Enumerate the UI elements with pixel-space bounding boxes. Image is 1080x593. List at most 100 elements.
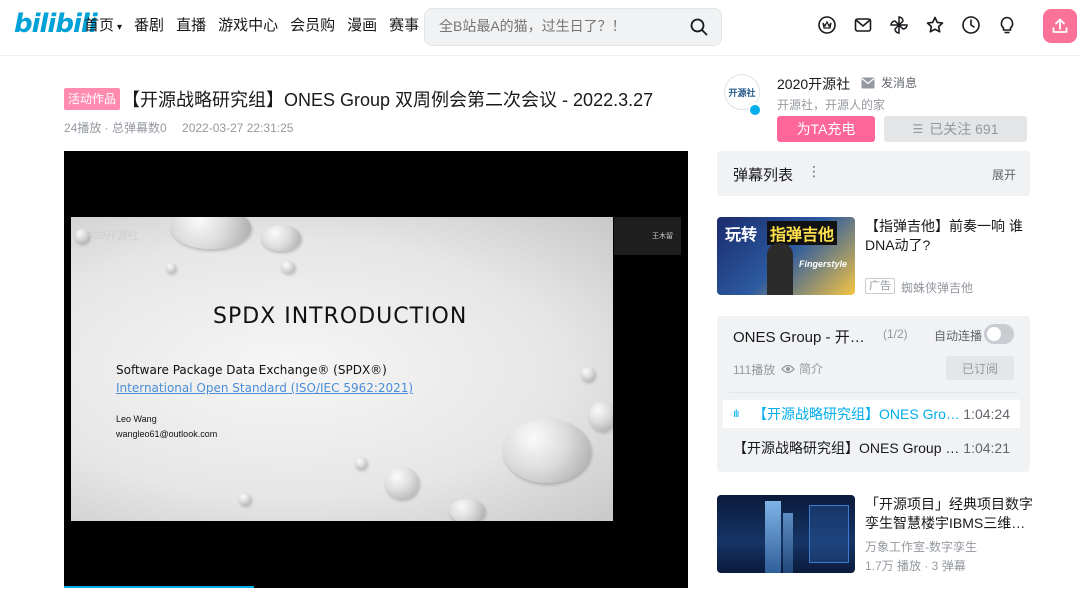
dashboard-panel-shape [809,505,849,563]
water-drop [385,467,419,499]
recommended-video-title[interactable]: 「开源项目」经典项目数字孪生智慧楼宇IBMS三维… [865,495,1033,533]
playlist-intro-label: 简介 [799,362,824,376]
video-title-row: 活动作品 【开源战略研究组】ONES Group 双周例会第二次会议 - 202… [64,86,653,112]
verified-badge-icon [748,103,762,117]
playlist-item-duration: 1:04:21 [963,440,1010,456]
search-input[interactable] [439,18,679,34]
slide-email: wangleo61@outlook.com [116,429,218,439]
toggle-knob [987,327,1001,341]
ad-thumbnail-text: 玩转 [725,227,758,244]
ad-title[interactable]: 【指弹吉他】前奏一响 谁DNA动了? [865,217,1030,255]
mail-icon [861,77,875,88]
header-icons [816,14,1018,36]
video-date: 2022-03-27 22:31:25 [182,121,294,135]
follow-label: 已关注 691 [929,121,999,137]
upload-icon [1052,18,1068,33]
ad-person-figure [767,243,793,295]
pinwheel-icon[interactable] [888,14,910,36]
slide-author: Leo Wang [116,414,157,424]
playlist-item-duration: 1:04:24 [963,406,1010,422]
nav-home-label: 首页 [84,17,115,34]
nav-vip-shop[interactable]: 会员购 [290,16,335,38]
menu-icon: ☰ [912,122,924,136]
ad-thumbnail-text: 指弹吉他 [767,221,838,245]
main-nav: 首页 ▾ 番剧 直播 游戏中心 会员购 漫画 赛事 [84,16,431,38]
water-drop [239,493,251,505]
water-drop [355,457,367,469]
nav-comics[interactable]: 漫画 [347,16,377,38]
water-drop [581,367,595,381]
video-meta: 24播放 · 总弹幕数0 2022-03-27 22:31:25 [64,119,305,136]
water-drop [166,263,176,273]
nav-live[interactable]: 直播 [176,16,206,38]
slide-watermark: 2020开源社 [81,230,139,242]
water-drop [261,225,301,251]
danmaku-list-panel: 弹幕列表 ⋮ 展开 [717,151,1030,196]
follow-button[interactable]: ☰ 已关注 691 [884,116,1027,142]
water-drop [589,401,613,431]
playlist-item-title: 【开源战略研究组】ONES Grou… [753,406,962,422]
water-drop [503,419,591,483]
playlist-title[interactable]: ONES Group - 开… [733,326,865,347]
ad-thumbnail[interactable]: 玩转 指弹吉他 Fingerstyle [717,217,855,295]
crown-icon[interactable] [816,14,838,36]
clock-icon[interactable] [960,14,982,36]
playlist-views: 111播放 [733,363,776,377]
nav-anime[interactable]: 番剧 [134,16,164,38]
building-shape [765,501,781,573]
charge-button[interactable]: 为TA充电 [777,116,875,142]
water-drop [449,499,485,521]
top-header: bilibili 首页 ▾ 番剧 直播 游戏中心 会员购 漫画 赛事 [0,0,1080,56]
video-player[interactable]: 2020开源社 SPDX INTRODUCTION Software Packa… [64,151,688,588]
camera-thumbnail: 王木留 [614,217,681,255]
water-drop [281,261,295,273]
playlist-item[interactable]: ılı 【开源战略研究组】ONES Grou… 1:04:24 [723,400,1020,428]
playlist-item[interactable]: 【开源战略研究组】ONES Group 双… 1:04:21 [723,434,1020,462]
playback-progress-bar[interactable] [64,586,254,588]
bulb-icon[interactable] [996,14,1018,36]
building-shape [783,513,793,573]
star-icon[interactable] [924,14,946,36]
danmaku-list-title: 弹幕列表 [733,167,794,184]
nav-game-center[interactable]: 游戏中心 [218,16,278,38]
ad-author[interactable]: 蜘蛛侠弹吉他 [901,279,973,296]
activity-tag[interactable]: 活动作品 [64,88,121,110]
eye-icon [781,364,795,373]
autoplay-toggle[interactable] [984,324,1014,344]
search-box [424,8,722,46]
video-frame-slide: 2020开源社 SPDX INTRODUCTION Software Packa… [71,217,613,521]
danmaku-expand-button[interactable]: 展开 [992,166,1016,183]
playlist-item-title: 【开源战略研究组】ONES Group 双… [733,440,962,456]
upload-button[interactable] [1043,9,1077,43]
search-icon[interactable] [689,17,709,37]
uploader-description: 开源社，开源人的家 [777,98,886,112]
nav-esports[interactable]: 赛事 [389,16,419,38]
more-options-icon[interactable]: ⋮ [807,163,821,180]
camera-name: 王木留 [652,233,673,240]
playlist-subscribe-button[interactable]: 已订阅 [946,356,1014,380]
playlist-intro-button[interactable]: 简介 [781,360,823,377]
video-views: 24播放 · 总弹幕数0 [64,121,167,135]
playlist-count: (1/2) [883,327,908,341]
slide-link: International Open Standard (ISO/IEC 596… [116,381,414,395]
playing-wave-icon: ılı [733,408,740,420]
mail-icon[interactable] [852,14,874,36]
ad-badge: 广告 [865,278,895,294]
video-title: 【开源战略研究组】ONES Group 双周例会第二次会议 - 2022.3.2… [122,90,654,110]
send-message-button[interactable]: 发消息 [861,74,917,91]
recommended-video-stats: 1.7万 播放 · 3 弹幕 [865,559,966,573]
slide-heading: SPDX INTRODUCTION [213,304,468,329]
water-drop [75,229,89,243]
autoplay-label: 自动连播 [934,329,983,343]
uploader-name[interactable]: 2020开源社 [777,74,850,94]
recommended-video-thumbnail[interactable] [717,495,855,573]
slide-subtitle: Software Package Data Exchange® (SPDX®) [116,363,387,377]
send-message-label: 发消息 [881,76,918,90]
divider [729,392,1018,393]
water-drop [171,217,251,249]
nav-home[interactable]: 首页 ▾ [84,16,122,38]
playlist-panel: ONES Group - 开… (1/2) 自动连播 111播放 简介 已订阅 … [717,316,1030,472]
ad-thumbnail-text: Fingerstyle [798,259,847,269]
chevron-down-icon: ▾ [117,22,123,33]
recommended-video-author[interactable]: 万象工作室-数字孪生 [865,538,977,555]
